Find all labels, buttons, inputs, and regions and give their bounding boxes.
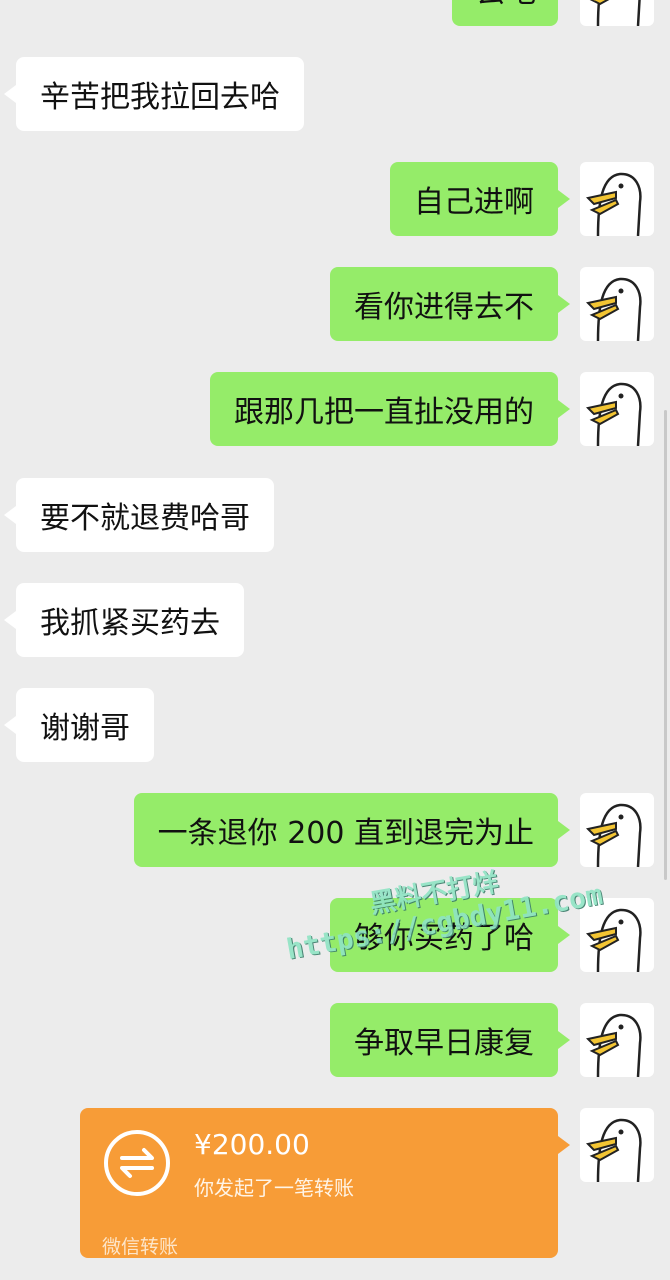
scrollbar[interactable]	[664, 410, 667, 880]
message-bubble-incoming[interactable]: 我抓紧买药去	[4, 583, 244, 657]
message-row: 谢谢哥	[0, 688, 670, 762]
message-row: 去吧	[0, 0, 670, 26]
message-text: 谢谢哥	[40, 711, 130, 746]
duck-avatar-icon[interactable]	[580, 162, 654, 236]
chat-window[interactable]: 去吧 辛苦把我拉回去哈 自己进啊 看你进得去不 跟那几把一直扯没用的 要不就退费…	[0, 0, 670, 1280]
message-text: 我抓紧买药去	[40, 606, 220, 641]
message-bubble-outgoing[interactable]: 争取早日康复	[330, 1003, 570, 1077]
message-text: 争取早日康复	[354, 1026, 534, 1061]
message-bubble-incoming[interactable]: 辛苦把我拉回去哈	[4, 57, 304, 131]
duck-avatar-icon[interactable]	[580, 267, 654, 341]
duck-avatar-icon[interactable]	[580, 1003, 654, 1077]
message-bubble-outgoing[interactable]: 跟那几把一直扯没用的	[210, 372, 570, 446]
message-bubble-incoming[interactable]: 谢谢哥	[4, 688, 154, 762]
duck-avatar-icon[interactable]	[580, 0, 654, 26]
message-text: 去吧	[476, 0, 536, 11]
message-row: ¥200.00 你发起了一笔转账 微信转账	[0, 1108, 670, 1258]
message-bubble-outgoing[interactable]: 一条退你 200 直到退完为止	[133, 793, 571, 867]
message-row: 自己进啊	[0, 162, 670, 236]
message-row: 辛苦把我拉回去哈	[0, 57, 670, 131]
message-text: 自己进啊	[414, 185, 534, 220]
message-row: 跟那几把一直扯没用的	[0, 372, 670, 446]
transfer-amount: ¥200.00	[194, 1128, 310, 1161]
transfer-description: 你发起了一笔转账	[194, 1176, 354, 1200]
message-row: 争取早日康复	[0, 1003, 670, 1077]
message-text: 跟那几把一直扯没用的	[234, 395, 534, 430]
message-row: 要不就退费哈哥	[0, 478, 670, 552]
duck-avatar-icon[interactable]	[580, 1108, 654, 1182]
duck-avatar-icon[interactable]	[580, 372, 654, 446]
message-bubble-incoming[interactable]: 要不就退费哈哥	[4, 478, 274, 552]
transfer-card[interactable]: ¥200.00 你发起了一笔转账 微信转账	[80, 1108, 570, 1258]
transfer-arrows-icon	[102, 1128, 172, 1198]
message-text: 一条退你 200 直到退完为止	[157, 816, 534, 851]
message-bubble-outgoing[interactable]: 看你进得去不	[330, 267, 570, 341]
message-bubble-outgoing[interactable]: 去吧	[452, 0, 558, 26]
message-row: 一条退你 200 直到退完为止	[0, 793, 670, 867]
transfer-footer-label: 微信转账	[102, 1236, 179, 1258]
message-text: 要不就退费哈哥	[40, 501, 250, 536]
message-text: 看你进得去不	[354, 290, 534, 325]
duck-avatar-icon[interactable]	[580, 793, 654, 867]
message-text: 辛苦把我拉回去哈	[40, 80, 280, 115]
message-row: 看你进得去不	[0, 267, 670, 341]
message-row: 我抓紧买药去	[0, 583, 670, 657]
message-bubble-outgoing[interactable]: 自己进啊	[390, 162, 570, 236]
